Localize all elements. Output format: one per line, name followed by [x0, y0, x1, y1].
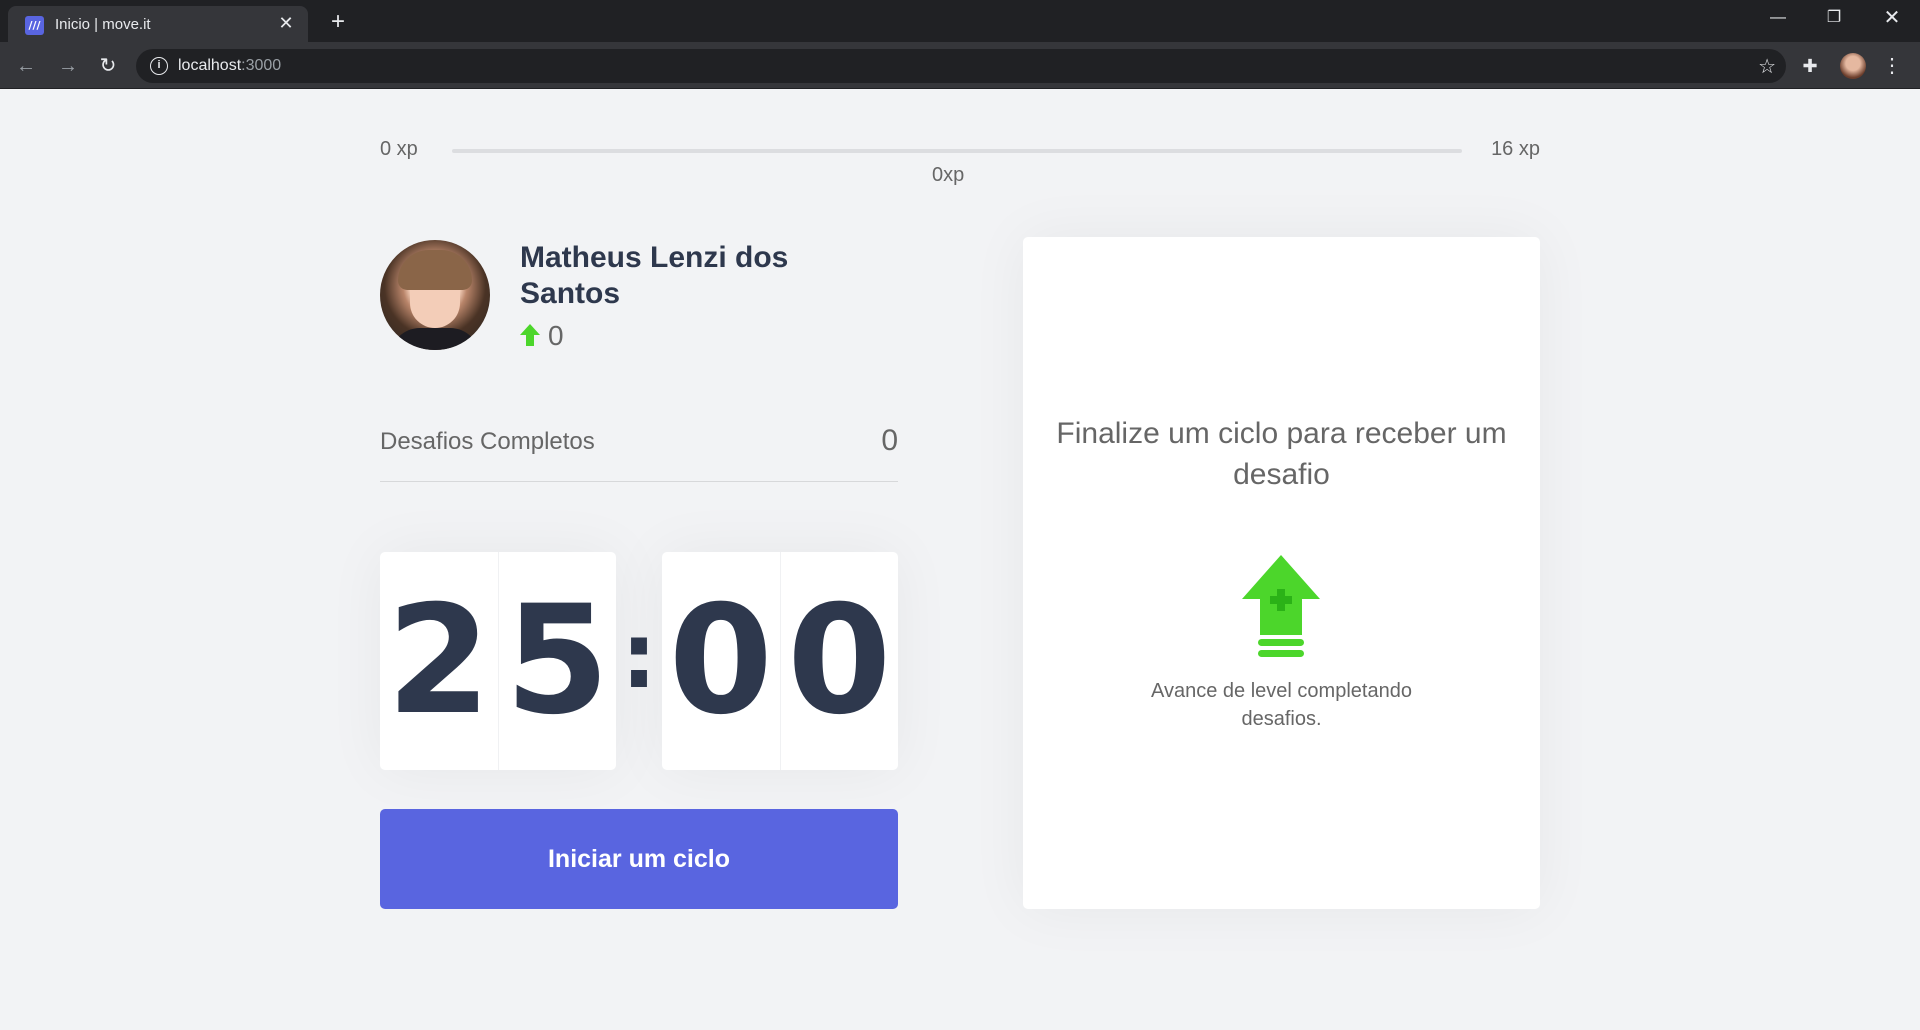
minute-digit-right: 5 — [505, 574, 610, 748]
minimize-icon[interactable]: — — [1750, 0, 1806, 36]
browser-profile-avatar[interactable] — [1840, 53, 1866, 79]
address-bar[interactable]: i localhost:3000 ☆ — [136, 49, 1786, 83]
browser-toolbar: ← → ↻ i localhost:3000 ☆ ✚ ⋮ — [0, 42, 1920, 89]
second-digit-right: 0 — [787, 574, 892, 748]
reload-icon[interactable]: ↻ — [94, 52, 122, 80]
bookmark-star-icon[interactable]: ☆ — [1758, 54, 1776, 79]
window-close-icon[interactable]: ✕ — [1864, 0, 1920, 36]
browser-tab-bar: /// Inicio | move.it ✕ + — ❐ ✕ — [0, 0, 1920, 42]
level-up-icon — [1242, 555, 1320, 657]
minute-digit-left: 2 — [380, 552, 499, 770]
tab-close-icon[interactable]: ✕ — [276, 13, 296, 33]
favicon-icon: /// — [25, 16, 44, 35]
level-value: 0 — [548, 320, 564, 351]
xp-max-label: 16 xp — [1491, 138, 1540, 160]
tab-title: Inicio | move.it — [55, 16, 151, 33]
completed-challenges: Desafios Completos 0 — [380, 420, 898, 482]
completed-challenges-value: 0 — [881, 424, 898, 457]
browser-menu-icon[interactable]: ⋮ — [1880, 52, 1904, 80]
new-tab-icon[interactable]: + — [324, 8, 352, 36]
back-arrow-icon[interactable]: ← — [12, 52, 40, 80]
level-arrow-icon — [520, 324, 540, 346]
xp-progress-track — [452, 149, 1462, 153]
second-digit-left: 0 — [662, 552, 781, 770]
xp-current-label: 0xp — [932, 164, 965, 186]
challenge-box: Finalize um ciclo para receber um desafi… — [1023, 237, 1540, 909]
challenge-description: Avance de level completando desafios. — [1151, 680, 1412, 730]
countdown-separator: : — [621, 604, 657, 709]
url-text: localhost:3000 — [178, 57, 281, 75]
extensions-puzzle-icon[interactable]: ✚ — [1798, 54, 1822, 78]
avatar — [380, 240, 490, 350]
site-info-icon[interactable]: i — [150, 57, 168, 75]
restore-icon[interactable]: ❐ — [1806, 0, 1862, 36]
countdown-seconds: 0 0 — [662, 552, 898, 770]
user-profile: Matheus Lenzi dos Santos 0 — [380, 240, 900, 352]
forward-arrow-icon[interactable]: → — [54, 52, 82, 80]
url-port: :3000 — [241, 57, 282, 74]
xp-min-label: 0 xp — [380, 138, 418, 160]
browser-tab[interactable]: /// Inicio | move.it ✕ — [8, 6, 308, 42]
url-host: localhost — [178, 57, 242, 74]
challenge-title: Finalize um ciclo para receber um desafi… — [1056, 417, 1507, 491]
completed-challenges-label: Desafios Completos — [380, 428, 595, 455]
countdown-minutes: 2 5 — [380, 552, 616, 770]
user-name: Matheus Lenzi dos Santos — [520, 241, 789, 310]
start-cycle-button[interactable]: Iniciar um ciclo — [380, 809, 898, 909]
countdown-timer: 2 5 : 0 0 — [380, 552, 898, 770]
